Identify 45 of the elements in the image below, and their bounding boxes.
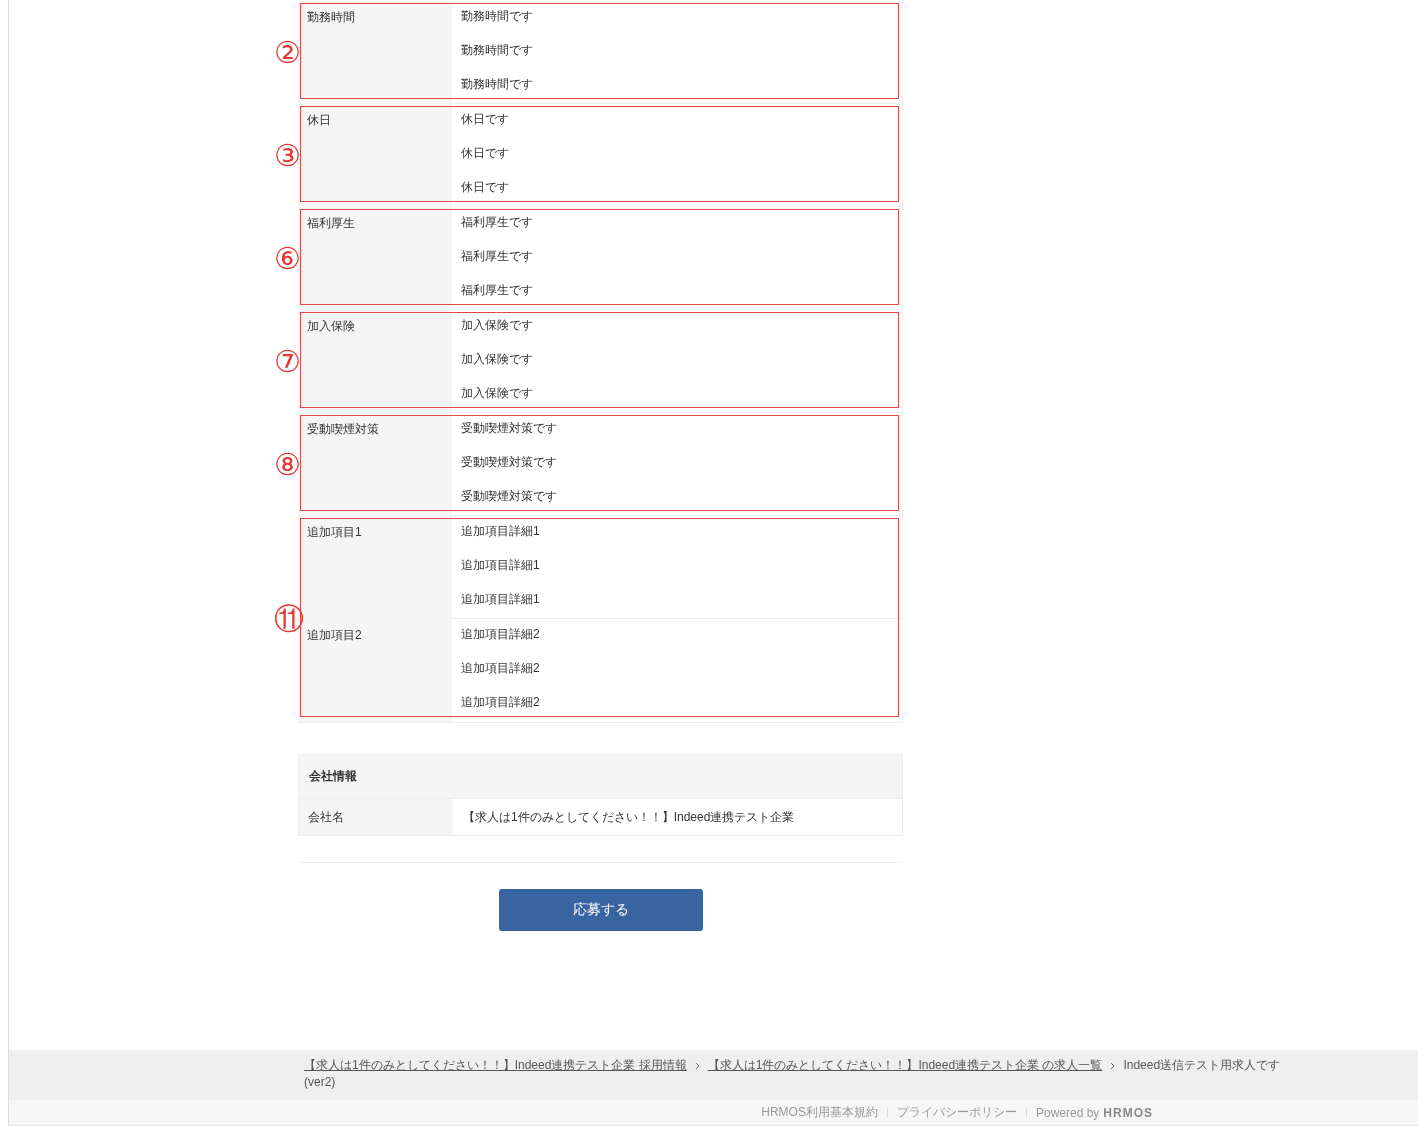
row-label: 勤務時間 (307, 9, 355, 26)
chevron-icon (694, 1061, 700, 1070)
row-value: 追加項目詳細2 (461, 626, 540, 643)
annotation-number: ③ (274, 140, 301, 171)
row-value: 休日です (461, 111, 509, 128)
row-value: 加入保険です (461, 351, 533, 368)
row-label: 休日 (307, 112, 331, 129)
row-value: 休日です (461, 145, 509, 162)
row-value: 追加項目詳細2 (461, 694, 540, 711)
breadcrumb-current: Indeed送信テスト用求人です (1123, 1057, 1281, 1074)
row-value: 福利厚生です (461, 214, 533, 231)
row-value: 加入保険です (461, 385, 533, 402)
chevron-icon (1110, 1061, 1116, 1070)
row-value: 追加項目詳細1 (461, 523, 540, 540)
row-value: 受動喫煙対策です (461, 454, 557, 471)
row-value: 【求人は1件のみとしてください！！】Indeed連携テスト企業 (462, 808, 796, 826)
breadcrumb-current: (ver2) (304, 1074, 336, 1091)
row-label: 受動喫煙対策 (307, 421, 379, 438)
brand-logo[interactable]: HRMOS (1103, 1105, 1153, 1120)
annotation-number: ⑥ (274, 243, 301, 274)
section-title: 会社情報 (309, 768, 357, 785)
row-value: 勤務時間です (461, 42, 533, 59)
annotation-number: ⑧ (274, 449, 301, 480)
row-value: 追加項目詳細1 (461, 591, 540, 608)
row-label: 加入保険 (307, 318, 355, 335)
annotation-number: ② (274, 37, 301, 68)
annotation-number: ⑦ (274, 346, 301, 377)
powered-by-text: Powered by (1035, 1105, 1100, 1120)
row-label: 追加項目2 (307, 627, 362, 644)
row-value: 休日です (461, 179, 509, 196)
row-value: 追加項目詳細2 (461, 660, 540, 677)
row-label: 福利厚生 (307, 215, 355, 232)
row-value: 追加項目詳細1 (461, 557, 540, 574)
row-value: 勤務時間です (461, 8, 533, 25)
breadcrumb-link[interactable]: 【求人は1件のみとしてください！！】Indeed連携テスト企業 の求人一覧 (707, 1057, 1103, 1074)
breadcrumb-link[interactable]: 【求人は1件のみとしてください！！】Indeed連携テスト企業 採用情報 (304, 1057, 687, 1074)
row-label: 会社名 (299, 799, 453, 835)
apply-button[interactable]: 応募する (498, 889, 703, 931)
row-value: 勤務時間です (461, 76, 533, 93)
row-value: 福利厚生です (461, 282, 533, 299)
row-value: 受動喫煙対策です (461, 488, 557, 505)
row-value: 福利厚生です (461, 248, 533, 265)
row-value: 加入保険です (461, 317, 533, 334)
row-value: 受動喫煙対策です (461, 420, 557, 437)
row-label: 追加項目1 (307, 524, 362, 541)
